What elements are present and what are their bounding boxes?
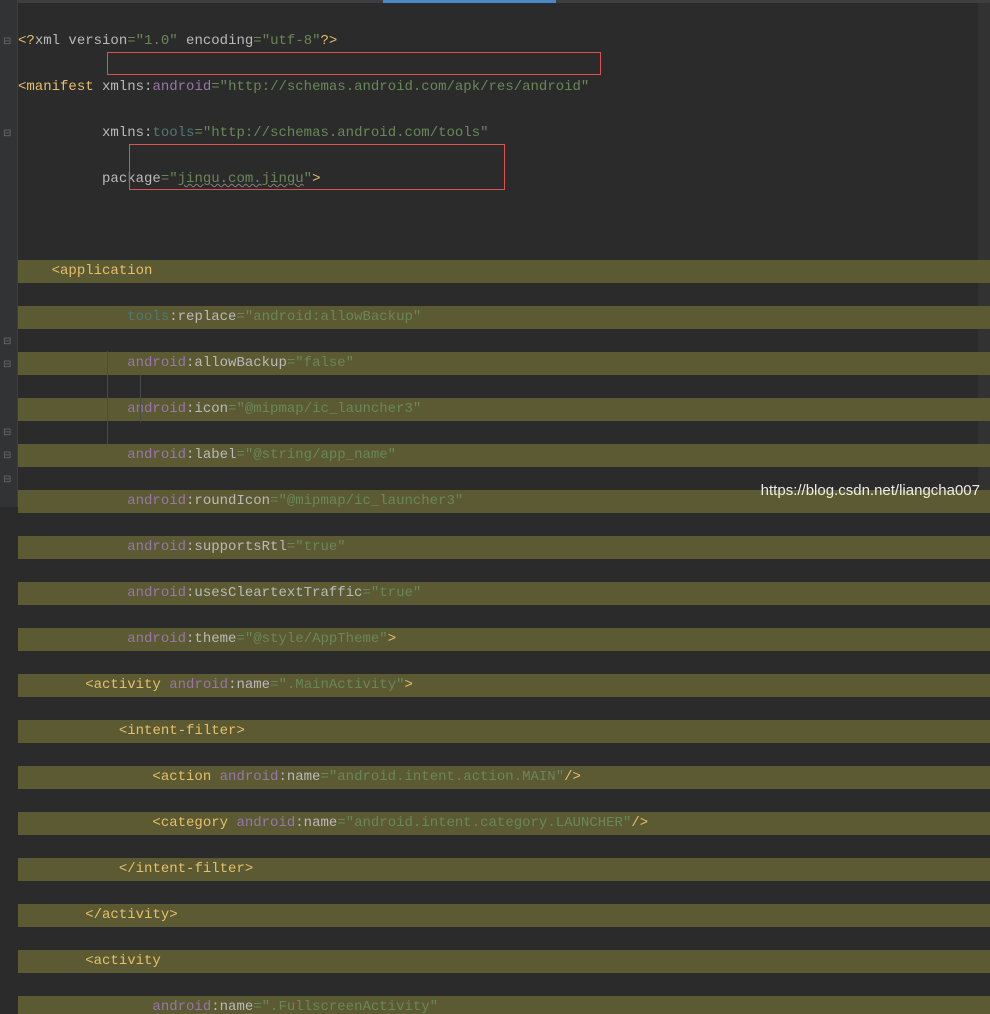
code-line: tools:replace="android:allowBackup" xyxy=(18,306,990,329)
indent-guide xyxy=(107,351,108,445)
code-line: android:label="@string/app_name" xyxy=(18,444,990,467)
code-line: android:theme="@style/AppTheme"> xyxy=(18,628,990,651)
code-line: </intent-filter> xyxy=(18,858,990,881)
code-line: <action android:name="android.intent.act… xyxy=(18,766,990,789)
active-tab-underline xyxy=(383,0,556,3)
code-line: <intent-filter> xyxy=(18,720,990,743)
fold-icon[interactable]: ⊟ xyxy=(3,31,14,42)
code-line: android:icon="@mipmap/ic_launcher3" xyxy=(18,398,990,421)
code-line: android:allowBackup="false" xyxy=(18,352,990,375)
fold-icon[interactable]: ⊟ xyxy=(3,123,14,134)
fold-icon[interactable]: ⊟ xyxy=(3,445,14,456)
watermark-text: https://blog.csdn.net/liangcha007 xyxy=(761,479,980,502)
code-line: xmlns:tools="http://schemas.android.com/… xyxy=(18,122,990,145)
fold-icon[interactable]: ⊟ xyxy=(3,354,14,365)
code-line: </activity> xyxy=(18,904,990,927)
fold-icon[interactable]: ⊟ xyxy=(3,422,14,433)
code-line: android:usesCleartextTraffic="true" xyxy=(18,582,990,605)
code-editor[interactable]: <?xml version="1.0" encoding="utf-8"?> <… xyxy=(18,7,990,1014)
code-line: <application xyxy=(18,260,990,283)
code-line: <manifest xmlns:android="http://schemas.… xyxy=(18,76,990,99)
code-line: android:name=".FullscreenActivity" xyxy=(18,996,990,1014)
code-line xyxy=(18,214,990,237)
code-line: <activity android:name=".MainActivity"> xyxy=(18,674,990,697)
code-line: <activity xyxy=(18,950,990,973)
fold-icon[interactable]: ⊟ xyxy=(3,469,14,480)
gutter: ⊟ ⊟ ⊟ ⊟ ⊟ ⊟ ⊟ xyxy=(0,0,18,507)
code-line: <category android:name="android.intent.c… xyxy=(18,812,990,835)
indent-guide xyxy=(140,374,141,422)
code-line: <?xml version="1.0" encoding="utf-8"?> xyxy=(18,30,990,53)
code-line: android:supportsRtl="true" xyxy=(18,536,990,559)
fold-icon[interactable]: ⊟ xyxy=(3,331,14,342)
code-line: package="jingu.com.jingu"> xyxy=(18,168,990,191)
